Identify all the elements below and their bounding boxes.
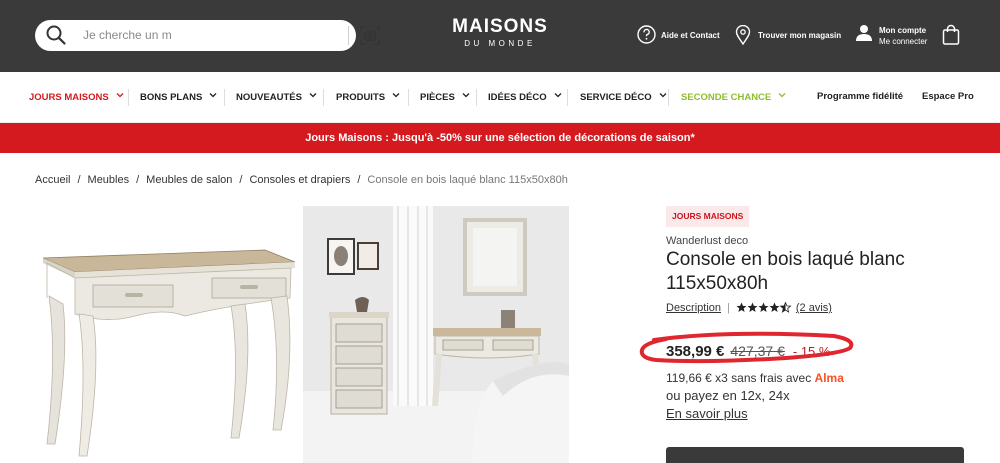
rating-stars-icon[interactable] <box>736 302 792 313</box>
breadcrumb-link[interactable]: Meubles <box>88 174 130 186</box>
room-scene-illustration <box>303 206 569 463</box>
chevron-down-icon <box>659 93 667 98</box>
chevron-down-icon <box>209 93 217 98</box>
account-label: Mon compte <box>879 26 927 35</box>
shopping-bag-icon <box>942 24 960 45</box>
breadcrumb-separator: / <box>136 174 140 186</box>
promo-banner[interactable]: Jours Maisons : Jusqu'à -50% sur une sél… <box>0 123 1000 153</box>
logo-line1: MAISONS <box>452 16 548 37</box>
nav-label: SECONDE CHANCE <box>681 92 772 103</box>
account-link[interactable]: Mon compte Me connecter <box>855 24 935 48</box>
nav-divider <box>128 89 129 106</box>
installment-options: ou payez en 12x, 24x <box>666 388 790 403</box>
user-icon <box>856 25 872 41</box>
search-icon[interactable] <box>46 25 66 45</box>
nav-pieces[interactable]: PIÈCES <box>420 91 470 103</box>
nav-seconde-chance[interactable]: SECONDE CHANCE <box>681 91 786 103</box>
help-label: Aide et Contact <box>661 31 720 40</box>
breadcrumb-current: Console en bois laqué blanc 115x50x80h <box>367 174 568 186</box>
chevron-down-icon <box>116 93 124 98</box>
cart-button[interactable] <box>942 24 960 46</box>
nav-divider <box>567 89 568 106</box>
help-icon <box>637 25 656 44</box>
search-input[interactable]: Je cherche un m <box>83 28 172 42</box>
nav-label: NOUVEAUTÉS <box>236 92 302 103</box>
help-contact-link[interactable]: Aide et Contact <box>637 25 727 45</box>
separator: | <box>727 302 730 314</box>
location-pin-icon <box>735 25 751 45</box>
store-locator-link[interactable]: Trouver mon magasin <box>735 25 845 45</box>
camera-search-icon[interactable] <box>360 26 380 45</box>
description-rating-row: Description | (2 avis) <box>666 302 832 314</box>
nav-label: BONS PLANS <box>140 92 203 103</box>
chevron-down-icon <box>554 93 562 98</box>
breadcrumb: Accueil / Meubles / Meubles de salon / Console… <box>35 174 568 186</box>
nav-nouveautes[interactable]: NOUVEAUTÉS <box>236 91 317 103</box>
breadcrumb-link[interactable]: Accueil <box>35 174 70 186</box>
product-image-scene[interactable] <box>303 206 569 463</box>
product-brand[interactable]: Wanderlust deco <box>666 235 748 247</box>
learn-more-link[interactable]: En savoir plus <box>666 406 748 421</box>
logo[interactable]: MAISONS DU MONDE <box>452 17 548 50</box>
chevron-down-icon <box>462 93 470 98</box>
account-sublabel: Me connecter <box>879 37 928 46</box>
nav-divider <box>668 89 669 106</box>
alma-text: 119,66 € x3 sans frais avec <box>666 371 812 385</box>
breadcrumb-link[interactable]: Meubles de salon <box>146 174 232 186</box>
breadcrumb-link[interactable]: Consoles et drapiers <box>249 174 350 186</box>
breadcrumb-separator: / <box>239 174 243 186</box>
main-nav: JOURS MAISONS BONS PLANS NOUVEAUTÉS PROD… <box>0 72 1000 123</box>
nav-divider <box>408 89 409 106</box>
nav-programme-fidelite[interactable]: Programme fidélité <box>817 91 903 102</box>
promo-badge: JOURS MAISONS <box>666 206 750 227</box>
nav-produits[interactable]: PRODUITS <box>336 91 400 103</box>
nav-label: Espace Pro <box>922 91 974 102</box>
chevron-down-icon <box>778 93 786 98</box>
logo-line2: DU MONDE <box>464 39 536 48</box>
alma-installments: 119,66 € x3 sans frais avec Alma <box>666 371 844 385</box>
add-to-cart-button[interactable] <box>666 447 964 463</box>
alma-brand: Alma <box>814 371 844 385</box>
nav-label: IDÉES DÉCO <box>488 92 547 103</box>
chevron-down-icon <box>392 93 400 98</box>
nav-divider <box>323 89 324 106</box>
nav-bons-plans[interactable]: BONS PLANS <box>140 91 217 103</box>
reviews-link[interactable]: (2 avis) <box>796 302 832 314</box>
nav-label: JOURS MAISONS <box>29 92 109 103</box>
breadcrumb-separator: / <box>357 174 361 186</box>
description-link[interactable]: Description <box>666 302 721 314</box>
nav-divider <box>476 89 477 106</box>
red-circle-annotation <box>639 331 854 364</box>
nav-service-deco[interactable]: SERVICE DÉCO <box>580 91 667 103</box>
promo-text: Jours Maisons : Jusqu'à -50% sur une sél… <box>305 132 695 144</box>
top-header: Je cherche un m MAISONS DU MONDE Aide et… <box>0 0 1000 72</box>
search-divider <box>348 26 349 45</box>
product-title: Console en bois laqué blanc 115x50x80h <box>666 249 905 294</box>
nav-divider <box>224 89 225 106</box>
product-image-main[interactable] <box>35 206 300 463</box>
console-table-illustration <box>42 249 296 457</box>
store-label: Trouver mon magasin <box>758 31 842 40</box>
nav-espace-pro[interactable]: Espace Pro <box>922 91 974 102</box>
nav-label: PRODUITS <box>336 92 386 103</box>
nav-label: Programme fidélité <box>817 91 904 102</box>
nav-label: SERVICE DÉCO <box>580 92 652 103</box>
breadcrumb-separator: / <box>77 174 81 186</box>
nav-jours-maisons[interactable]: JOURS MAISONS <box>29 91 124 103</box>
nav-idees-deco[interactable]: IDÉES DÉCO <box>488 91 562 103</box>
nav-label: PIÈCES <box>420 92 455 103</box>
search-bar[interactable]: Je cherche un m <box>35 20 380 51</box>
chevron-down-icon <box>309 93 317 98</box>
